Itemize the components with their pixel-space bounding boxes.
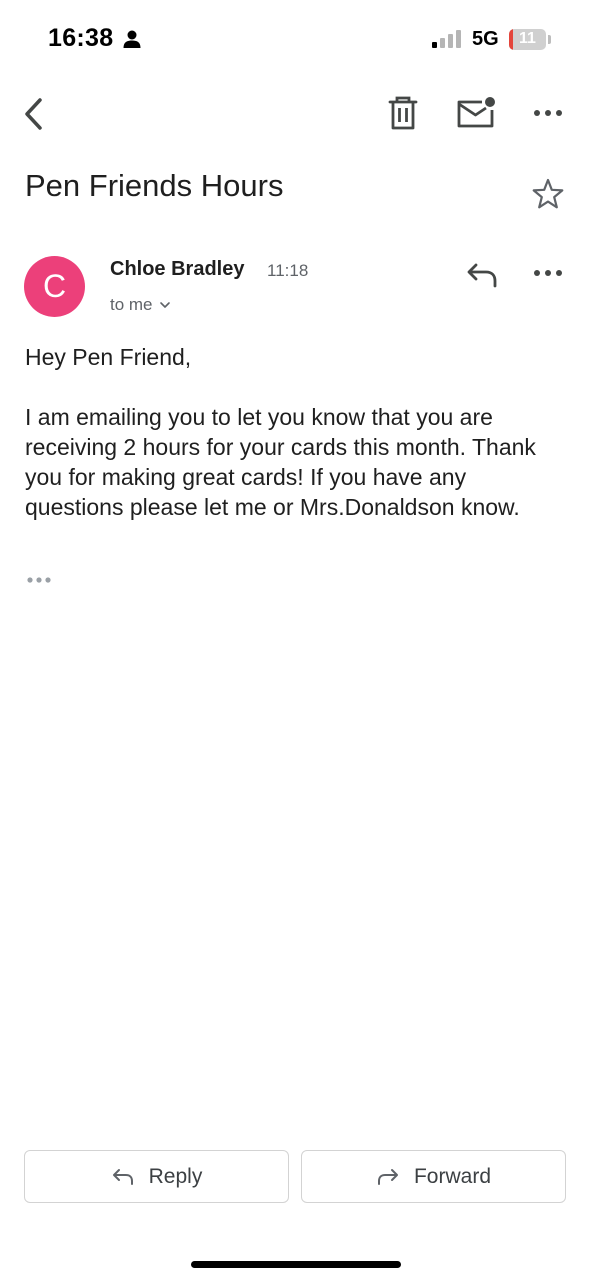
recipient-toggle[interactable]: to me xyxy=(110,295,171,315)
email-message: I am emailing you to let you know that y… xyxy=(25,404,536,520)
mail-unread-icon[interactable] xyxy=(456,96,496,130)
reply-button-label: Reply xyxy=(148,1164,203,1188)
battery-percent: 11 xyxy=(519,30,536,47)
star-icon[interactable] xyxy=(530,176,566,212)
show-trimmed-content-icon[interactable] xyxy=(25,573,55,587)
sender-name: Chloe Bradley xyxy=(110,258,245,280)
person-icon xyxy=(123,30,141,48)
more-icon[interactable] xyxy=(530,103,566,123)
email-greeting: Hey Pen Friend, xyxy=(25,344,192,370)
forward-button[interactable]: Forward xyxy=(301,1150,566,1203)
trash-icon[interactable] xyxy=(386,96,420,132)
avatar[interactable]: C xyxy=(24,256,85,317)
back-icon[interactable] xyxy=(18,94,52,134)
message-more-icon[interactable] xyxy=(530,263,566,283)
reply-button[interactable]: Reply xyxy=(24,1150,289,1203)
forward-arrow-icon xyxy=(377,1168,398,1185)
battery-cap xyxy=(548,35,551,44)
reply-icon[interactable] xyxy=(466,262,498,288)
recipient-label: to me xyxy=(110,295,153,314)
email-subject: Pen Friends Hours xyxy=(25,168,284,203)
forward-button-label: Forward xyxy=(413,1164,492,1188)
email-body: Hey Pen Friend, I am emailing you to let… xyxy=(25,342,565,522)
signal-icon xyxy=(432,30,461,48)
chevron-down-icon xyxy=(159,302,170,308)
email-time: 11:18 xyxy=(267,261,309,280)
status-time: 16:38 xyxy=(48,24,114,52)
network-type: 5G xyxy=(472,28,499,50)
reply-arrow-icon xyxy=(112,1168,133,1185)
email-screen: 16:38 5G 11 Pen Friends Hours C Chloe Br… xyxy=(0,0,591,1280)
battery-icon: 11 xyxy=(509,29,546,50)
home-indicator[interactable] xyxy=(191,1261,401,1268)
